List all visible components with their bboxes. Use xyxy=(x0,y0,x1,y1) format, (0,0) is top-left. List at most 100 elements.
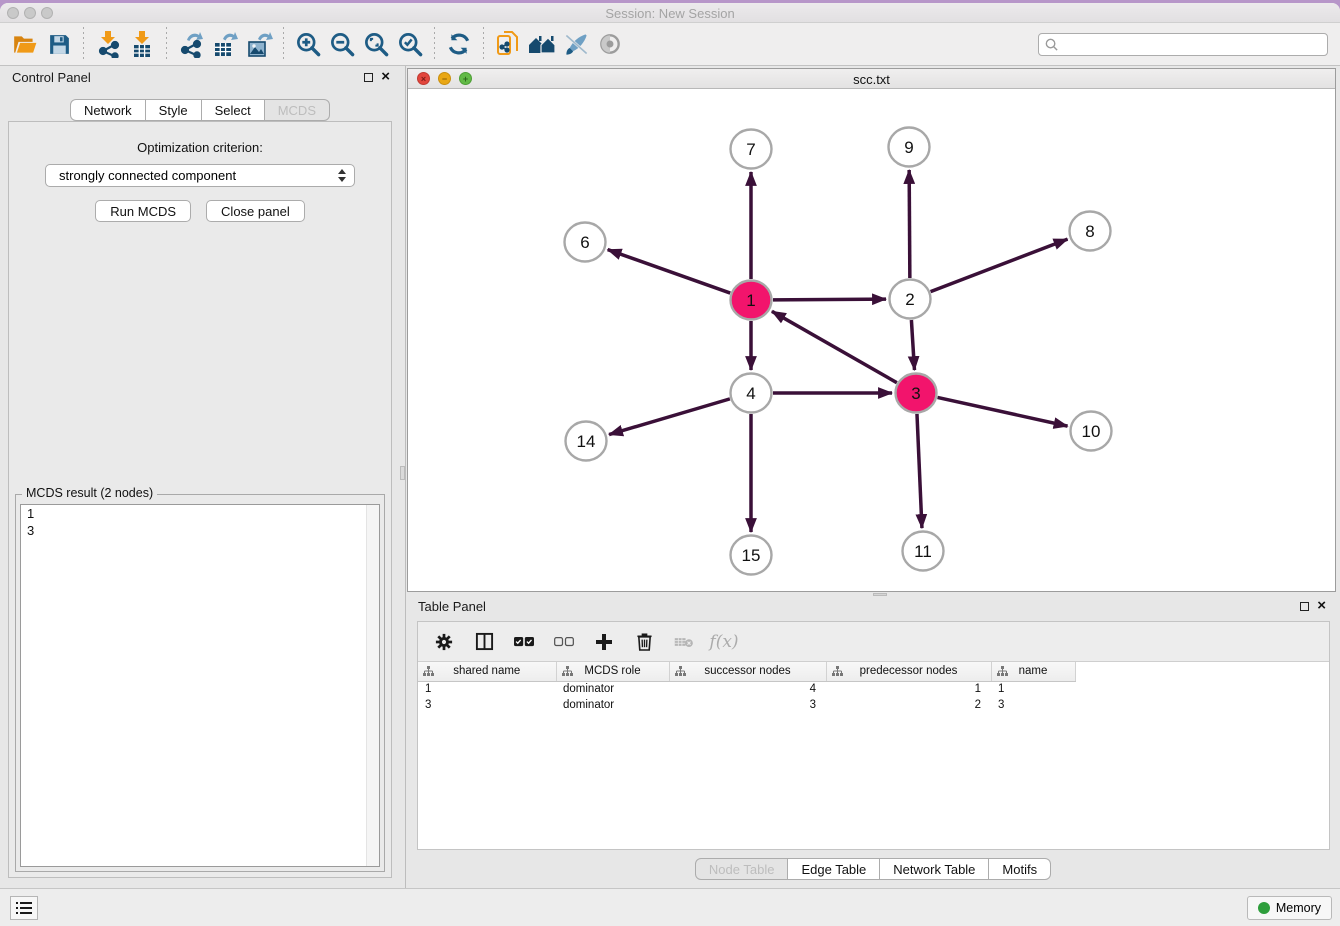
zoom-in-button[interactable] xyxy=(291,27,325,61)
toolbar-separator xyxy=(283,27,284,61)
tab-node-table[interactable]: Node Table xyxy=(695,858,789,880)
table-cell[interactable]: 1 xyxy=(418,681,556,697)
table-cell[interactable]: 2 xyxy=(826,697,991,713)
export-network-button[interactable] xyxy=(174,27,208,61)
column-header-predecessor-nodes[interactable]: predecessor nodes xyxy=(826,662,991,681)
mcds-result-list[interactable]: 13 xyxy=(20,504,380,867)
import-table-icon xyxy=(128,30,156,58)
delete-table-button[interactable] xyxy=(674,632,694,652)
column-header-successor-nodes[interactable]: successor nodes xyxy=(669,662,826,681)
close-table-panel-icon[interactable]: × xyxy=(1317,601,1326,611)
select-all-button[interactable] xyxy=(514,632,534,652)
table-cell[interactable]: 3 xyxy=(669,697,826,713)
tab-motifs[interactable]: Motifs xyxy=(989,858,1051,880)
column-header-shared-name[interactable]: shared name xyxy=(418,662,556,681)
float-table-panel-icon[interactable] xyxy=(1300,602,1309,611)
export-image-button[interactable] xyxy=(242,27,276,61)
home-button[interactable] xyxy=(525,27,559,61)
duplicate-network-button[interactable] xyxy=(491,27,525,61)
table-cell[interactable]: dominator xyxy=(556,681,669,697)
close-panel-icon[interactable]: × xyxy=(381,72,390,82)
network-window-title: scc.txt xyxy=(408,72,1335,87)
run-mcds-button[interactable]: Run MCDS xyxy=(95,200,191,222)
column-header-filler xyxy=(1075,662,1092,681)
table-toolbar: f(x) xyxy=(418,622,1329,662)
edge-1-6[interactable] xyxy=(608,250,731,293)
tab-edge-table[interactable]: Edge Table xyxy=(788,858,880,880)
network-window-titlebar[interactable]: × − + scc.txt xyxy=(408,69,1335,89)
edge-3-1[interactable] xyxy=(772,311,897,382)
column-header-mcds-role[interactable]: MCDS role xyxy=(556,662,669,681)
graph-node-2[interactable]: 2 xyxy=(890,280,931,319)
table-row[interactable]: 3dominator323 xyxy=(418,697,1092,713)
table-settings-button[interactable] xyxy=(434,632,454,652)
zoom-selected-button[interactable] xyxy=(393,27,427,61)
edge-4-14[interactable] xyxy=(609,399,730,435)
table-row[interactable]: 1dominator411 xyxy=(418,681,1092,697)
column-header-name[interactable]: name xyxy=(991,662,1075,681)
tab-style[interactable]: Style xyxy=(146,99,202,121)
graph-node-15[interactable]: 15 xyxy=(731,536,772,575)
graph-node-11[interactable]: 11 xyxy=(903,532,944,571)
import-table-button[interactable] xyxy=(125,27,159,61)
main-content: Control Panel × NetworkStyleSelectMCDS O… xyxy=(0,66,1340,888)
zoom-fit-button[interactable] xyxy=(359,27,393,61)
style-preview-button[interactable] xyxy=(559,27,593,61)
control-panel-tabs: NetworkStyleSelectMCDS xyxy=(0,99,400,121)
graph-node-8[interactable]: 8 xyxy=(1070,212,1111,251)
table-cell[interactable]: 3 xyxy=(991,697,1075,713)
save-session-button[interactable] xyxy=(42,27,76,61)
graph-node-9[interactable]: 9 xyxy=(889,128,930,167)
graph-node-14[interactable]: 14 xyxy=(566,422,607,461)
result-scrollbar[interactable] xyxy=(366,505,379,866)
zoom-out-button[interactable] xyxy=(325,27,359,61)
toolbar-separator xyxy=(434,27,435,61)
table-cell[interactable]: dominator xyxy=(556,697,669,713)
graph-node-3[interactable]: 3 xyxy=(896,374,937,413)
edge-2-9[interactable] xyxy=(909,170,910,278)
table-cell[interactable]: 4 xyxy=(669,681,826,697)
edge-2-8[interactable] xyxy=(931,239,1068,291)
task-history-button[interactable] xyxy=(10,896,38,920)
table-cell[interactable]: 1 xyxy=(991,681,1075,697)
result-line: 3 xyxy=(21,522,379,539)
close-panel-button[interactable]: Close panel xyxy=(206,200,305,222)
edge-1-2[interactable] xyxy=(773,299,886,300)
show-columns-button[interactable] xyxy=(474,632,494,652)
search-input[interactable] xyxy=(1059,34,1327,55)
import-network-button[interactable] xyxy=(91,27,125,61)
optimization-criterion-select[interactable]: strongly connected component xyxy=(45,164,355,187)
graph-node-10[interactable]: 10 xyxy=(1071,412,1112,451)
graph-node-1[interactable]: 1 xyxy=(731,281,772,320)
node-table-grid[interactable]: shared nameMCDS rolesuccessor nodesprede… xyxy=(418,662,1092,713)
table-cell[interactable]: 3 xyxy=(418,697,556,713)
graph-node-6[interactable]: 6 xyxy=(565,223,606,262)
network-canvas[interactable]: 1 2 3 4 6 7 8 9 10 11 14 15 xyxy=(408,89,1335,591)
table-cell[interactable]: 1 xyxy=(826,681,991,697)
unselect-all-button[interactable] xyxy=(554,632,574,652)
tab-network-table[interactable]: Network Table xyxy=(880,858,989,880)
export-table-button[interactable] xyxy=(208,27,242,61)
refresh-button[interactable] xyxy=(442,27,476,61)
function-builder-button[interactable]: f(x) xyxy=(714,632,734,652)
graph-node-7[interactable]: 7 xyxy=(731,130,772,169)
add-column-button[interactable] xyxy=(594,632,614,652)
delete-column-button[interactable] xyxy=(634,632,654,652)
eye-button[interactable] xyxy=(593,27,627,61)
memory-button[interactable]: Memory xyxy=(1247,896,1332,920)
node-table: shared nameMCDS rolesuccessor nodesprede… xyxy=(418,662,1329,849)
tab-network[interactable]: Network xyxy=(70,99,146,121)
svg-text:11: 11 xyxy=(914,542,932,561)
app-window: Session: New Session xyxy=(0,3,1340,926)
float-panel-icon[interactable] xyxy=(364,73,373,82)
network-graph[interactable]: 1 2 3 4 6 7 8 9 10 11 14 15 xyxy=(408,89,1335,591)
graph-node-4[interactable]: 4 xyxy=(731,374,772,413)
edge-3-10[interactable] xyxy=(937,397,1067,426)
optimization-criterion-label: Optimization criterion: xyxy=(9,140,391,155)
tab-select[interactable]: Select xyxy=(202,99,265,121)
tab-mcds[interactable]: MCDS xyxy=(265,99,330,121)
open-session-button[interactable] xyxy=(8,27,42,61)
edge-2-3[interactable] xyxy=(911,320,914,370)
window-title: Session: New Session xyxy=(0,6,1340,21)
edge-3-11[interactable] xyxy=(917,414,922,528)
